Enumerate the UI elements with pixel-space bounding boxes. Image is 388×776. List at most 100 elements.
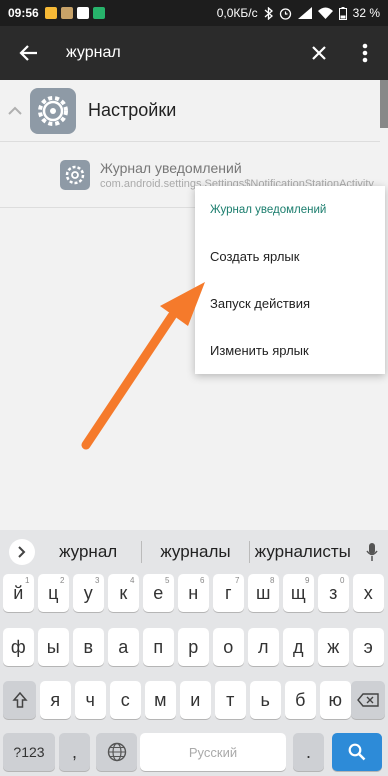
key-hint: 4 [130, 576, 135, 585]
key-label: г [224, 582, 232, 603]
key-label: ц [48, 582, 59, 603]
key-з[interactable]: з0 [318, 574, 349, 612]
chevron-right-icon [18, 546, 26, 558]
key-label: с [120, 689, 130, 710]
comma-label: , [71, 741, 77, 762]
menu-item-edit-shortcut[interactable]: Изменить ярлык [195, 327, 385, 374]
suggestion-2[interactable]: журналы [142, 542, 248, 562]
shift-icon [11, 692, 28, 708]
key-label: ь [260, 689, 270, 710]
network-speed: 0,0КБ/с [216, 6, 258, 20]
key-й[interactable]: й1 [3, 574, 34, 612]
shift-key[interactable] [3, 681, 36, 719]
key-ю[interactable]: ю [320, 681, 351, 719]
notification-icon-4 [92, 7, 105, 19]
key-а[interactable]: а [108, 628, 139, 666]
app-bar: журнал [0, 26, 388, 80]
key-и[interactable]: и [180, 681, 211, 719]
battery-percent: 32 % [352, 6, 380, 20]
key-hint: 6 [200, 576, 205, 585]
back-arrow-icon [19, 45, 37, 61]
key-п[interactable]: п [143, 628, 174, 666]
key-к[interactable]: к4 [108, 574, 139, 612]
key-label: ш [256, 582, 271, 603]
notification-icon-1 [44, 7, 57, 19]
key-label: з [329, 582, 338, 603]
notification-icon-3 [76, 7, 89, 19]
key-в[interactable]: в [73, 628, 104, 666]
period-key[interactable]: . [293, 733, 324, 771]
key-label: я [50, 689, 61, 710]
key-label: б [295, 689, 306, 710]
settings-activity-icon [60, 159, 90, 190]
group-title: Настройки [88, 100, 177, 120]
backspace-key[interactable] [351, 681, 385, 719]
key-б[interactable]: б [285, 681, 316, 719]
key-ч[interactable]: ч [75, 681, 106, 719]
key-м[interactable]: м [145, 681, 176, 719]
status-time: 09:56 [8, 6, 39, 20]
key-х[interactable]: х [353, 574, 384, 612]
group-row-settings[interactable]: Настройки [0, 80, 380, 142]
chevron-up-icon[interactable] [0, 106, 30, 115]
key-р[interactable]: р [178, 628, 209, 666]
clear-search-button[interactable] [296, 26, 342, 80]
search-icon [348, 743, 366, 761]
key-label: п [153, 636, 164, 657]
period-label: . [305, 741, 311, 762]
key-ц[interactable]: ц2 [38, 574, 69, 612]
key-label: д [292, 636, 304, 657]
space-key[interactable]: Русский [140, 733, 286, 771]
key-л[interactable]: л [248, 628, 279, 666]
key-ы[interactable]: ы [38, 628, 69, 666]
key-д[interactable]: д [283, 628, 314, 666]
key-label: ы [46, 636, 60, 657]
key-е[interactable]: е5 [143, 574, 174, 612]
key-у[interactable]: у3 [73, 574, 104, 612]
key-т[interactable]: т [215, 681, 246, 719]
key-label: э [363, 636, 373, 657]
alarm-icon [279, 7, 292, 20]
key-о[interactable]: о [213, 628, 244, 666]
wifi-icon [317, 7, 333, 19]
key-hint: 7 [235, 576, 240, 585]
key-hint: 8 [270, 576, 275, 585]
symbols-key[interactable]: ?123 [3, 733, 55, 771]
key-ь[interactable]: ь [250, 681, 281, 719]
menu-item-launch-activity[interactable]: Запуск действия [195, 280, 385, 327]
key-я[interactable]: я [40, 681, 71, 719]
key-label: ю [328, 689, 343, 710]
status-bar: 09:56 0,0КБ/с 32 % [0, 0, 388, 26]
notification-icon-2 [60, 7, 73, 19]
key-ж[interactable]: ж [318, 628, 349, 666]
key-label: ф [10, 636, 26, 657]
key-г[interactable]: г7 [213, 574, 244, 612]
suggestion-3[interactable]: журналисты [250, 542, 356, 562]
back-button[interactable] [0, 26, 56, 80]
key-label: т [226, 689, 235, 710]
key-э[interactable]: э [353, 628, 384, 666]
key-с[interactable]: с [110, 681, 141, 719]
search-key[interactable] [332, 733, 382, 771]
more-options-button[interactable] [342, 26, 388, 80]
key-label: у [83, 582, 93, 603]
mic-icon [366, 543, 378, 561]
expand-suggestions-button[interactable] [9, 539, 35, 565]
key-щ[interactable]: щ9 [283, 574, 314, 612]
menu-item-create-shortcut[interactable]: Создать ярлык [195, 233, 385, 280]
key-label: к [119, 582, 128, 603]
battery-icon [338, 6, 347, 20]
search-input[interactable]: журнал [66, 44, 296, 62]
key-ф[interactable]: ф [3, 628, 34, 666]
suggestion-1[interactable]: журнал [35, 542, 141, 562]
key-label: м [154, 689, 167, 710]
key-н[interactable]: н6 [178, 574, 209, 612]
scrollbar[interactable] [380, 80, 388, 128]
key-label: о [223, 636, 234, 657]
key-ш[interactable]: ш8 [248, 574, 279, 612]
language-key[interactable] [96, 733, 137, 771]
settings-app-icon [30, 87, 76, 134]
key-label: в [83, 636, 94, 657]
comma-key[interactable]: , [59, 733, 90, 771]
mic-button[interactable] [356, 543, 388, 561]
